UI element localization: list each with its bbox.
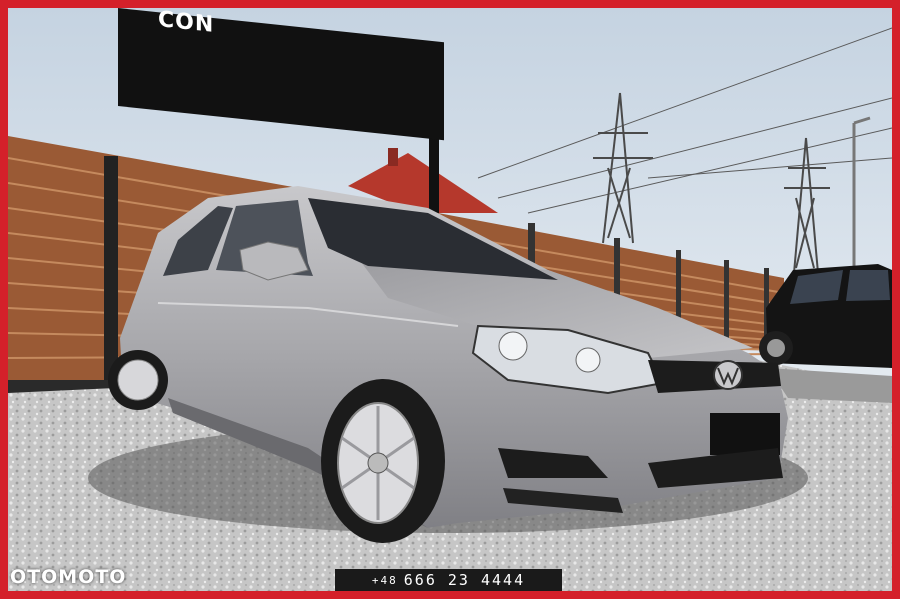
phone-prefix: +48: [371, 573, 398, 587]
phone-banner: +48 666 23 4444: [335, 569, 562, 591]
photo-frame: CON OTOMOTO +48 666 23 4444: [8, 8, 892, 591]
phone-number: 666 23 4444: [403, 571, 526, 589]
otomoto-watermark: OTOMOTO: [10, 566, 127, 588]
license-plate: [710, 413, 780, 455]
